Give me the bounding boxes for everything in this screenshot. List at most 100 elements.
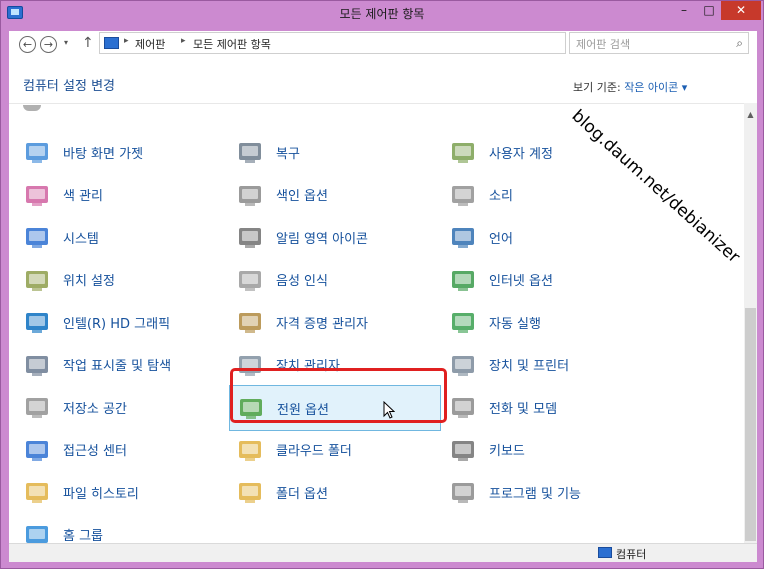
control-panel-item[interactable]: 바탕 화면 가젯 <box>23 134 223 170</box>
control-panel-item[interactable]: 홈 그룹 <box>23 517 223 545</box>
control-panel-icon <box>104 37 119 49</box>
control-panel-item-label: 음성 인식 <box>276 274 328 289</box>
up-button[interactable]: ↑ <box>82 35 94 51</box>
control-panel-item[interactable]: 인터넷 옵션 <box>449 262 649 298</box>
folder-options-icon <box>236 478 264 506</box>
control-panel-item[interactable]: 자동 실행 <box>449 304 649 340</box>
computer-icon <box>598 547 612 558</box>
control-panel-item-label: 키보드 <box>489 444 525 459</box>
work-folders-icon <box>236 436 264 464</box>
forward-button[interactable]: → <box>40 36 57 53</box>
status-text: 컴퓨터 <box>616 548 647 561</box>
status-bar: 컴퓨터 <box>9 543 757 562</box>
breadcrumb-separator-icon[interactable]: ▸ <box>124 36 129 46</box>
autoplay-icon <box>449 308 477 336</box>
control-panel-item[interactable]: 작업 표시줄 및 탐색 <box>23 347 223 383</box>
control-panel-item[interactable]: 색 관리 <box>23 177 223 213</box>
control-panel-item-label: 홈 그룹 <box>63 529 104 544</box>
recovery-icon <box>236 138 264 166</box>
control-panel-item[interactable]: 시스템 <box>23 219 223 255</box>
control-panel-item[interactable]: 소리 <box>449 177 649 213</box>
control-panel-item-label: 사용자 계정 <box>489 146 553 162</box>
language-icon <box>449 223 477 251</box>
control-panel-item[interactable]: 전화 및 모뎀 <box>449 389 649 425</box>
control-panel-item[interactable]: 파일 히스토리 <box>23 474 223 510</box>
control-panel-item[interactable]: 접근성 센터 <box>23 432 223 468</box>
mouse-cursor-icon <box>383 401 395 419</box>
search-input[interactable]: 제어판 검색 ⌕ <box>569 32 749 54</box>
file-history-icon <box>23 478 51 506</box>
control-panel-item[interactable]: 자격 증명 관리자 <box>236 304 436 340</box>
speech-recognition-icon <box>236 266 264 294</box>
sound-icon <box>449 181 477 209</box>
control-panel-item[interactable]: 음성 인식 <box>236 262 436 298</box>
breadcrumb-control-panel[interactable]: 제어판 <box>135 36 165 52</box>
control-panel-item-label: 자동 실행 <box>489 316 541 332</box>
control-panel-item-label: 장치 및 프린터 <box>489 359 570 374</box>
control-panel-item[interactable]: 알림 영역 아이콘 <box>236 219 436 255</box>
control-panel-item-label: 소리 <box>489 189 513 204</box>
control-panel-item[interactable]: 키보드 <box>449 432 649 468</box>
control-panel-item[interactable]: 언어 <box>449 219 649 255</box>
back-button[interactable]: ← <box>19 36 36 53</box>
control-panel-item-label: 폴더 옵션 <box>276 486 328 502</box>
divider <box>9 103 745 104</box>
control-panel-item-label: 저장소 공간 <box>63 401 127 417</box>
view-by[interactable]: 보기 기준: 작은 아이콘 ▾ <box>573 79 687 95</box>
control-panel-item-label: 작업 표시줄 및 탐색 <box>63 359 172 374</box>
indexing-options-icon <box>236 181 264 209</box>
control-panel-item[interactable]: 인텔(R) HD 그래픽 <box>23 304 223 340</box>
control-panel-item-label: 언어 <box>489 231 513 247</box>
internet-options-icon <box>449 266 477 294</box>
breadcrumb-separator-icon[interactable]: ▸ <box>181 36 186 46</box>
highlight-annotation <box>230 368 447 423</box>
control-panel-item-label: 색 관리 <box>63 189 104 204</box>
gadgets-icon <box>23 138 51 166</box>
recent-locations-button[interactable]: ▾ <box>64 38 68 47</box>
control-panel-item-label: 시스템 <box>63 231 99 247</box>
phone-modem-icon <box>449 393 477 421</box>
control-panel-item-label: 바탕 화면 가젯 <box>63 146 144 162</box>
control-panel-item-label: 알림 영역 아이콘 <box>276 231 368 247</box>
control-panel-item[interactable]: 색인 옵션 <box>236 177 436 213</box>
view-by-dropdown[interactable]: 작은 아이콘 ▾ <box>624 81 687 94</box>
control-panel-item-label: 인터넷 옵션 <box>489 274 553 289</box>
control-panel-item-label: 자격 증명 관리자 <box>276 316 368 332</box>
control-panel-item[interactable]: 저장소 공간 <box>23 389 223 425</box>
notification-area-icon <box>236 223 264 251</box>
control-panel-item[interactable]: 폴더 옵션 <box>236 474 436 510</box>
control-panel-item-label: 클라우드 폴더 <box>276 444 352 459</box>
control-panel-item-label: 파일 히스토리 <box>63 486 139 502</box>
breadcrumb-all-items[interactable]: 모든 제어판 항목 <box>193 36 271 52</box>
search-placeholder: 제어판 검색 <box>576 38 631 51</box>
search-icon[interactable]: ⌕ <box>736 36 743 51</box>
control-panel-item[interactable]: 장치 및 프린터 <box>449 347 649 383</box>
control-panel-item[interactable]: 위치 설정 <box>23 262 223 298</box>
keyboard-icon <box>449 436 477 464</box>
view-by-label: 보기 기준: <box>573 81 621 94</box>
control-panel-item[interactable]: 프로그램 및 기능 <box>449 474 649 510</box>
storage-spaces-icon <box>23 393 51 421</box>
homegroup-icon <box>23 521 51 545</box>
navigation-bar: ← → ▾ ↑ ▸ 제어판 ▸ 모든 제어판 항목 ⌄ ↻ 제어판 검색 ⌕ <box>9 31 757 67</box>
close-button[interactable]: ✕ <box>721 1 761 20</box>
scrolled-item-peek <box>23 105 41 111</box>
window-title: 모든 제어판 항목 <box>339 7 425 21</box>
scroll-up-arrow-icon[interactable]: ▲ <box>744 110 757 119</box>
scroll-thumb[interactable] <box>745 308 756 541</box>
user-accounts-icon <box>449 138 477 166</box>
control-panel-item[interactable]: 클라우드 폴더 <box>236 432 436 468</box>
address-bar[interactable]: ▸ 제어판 ▸ 모든 제어판 항목 ⌄ ↻ <box>99 32 646 54</box>
minimize-button[interactable]: – <box>671 1 697 20</box>
taskbar-navigation-icon <box>23 351 51 379</box>
control-panel-item-label: 인텔(R) HD 그래픽 <box>63 316 171 332</box>
vertical-scrollbar[interactable]: ▲ <box>744 103 757 543</box>
control-panel-item-label: 전화 및 모뎀 <box>489 401 558 417</box>
client-area: ← → ▾ ↑ ▸ 제어판 ▸ 모든 제어판 항목 ⌄ ↻ 제어판 검색 ⌕ 컴… <box>9 31 757 562</box>
control-panel-item[interactable]: 복구 <box>236 134 436 170</box>
title-bar[interactable]: 모든 제어판 항목 – □ ✕ <box>1 1 763 25</box>
control-panel-item-label: 프로그램 및 기능 <box>489 486 581 502</box>
maximize-button[interactable]: □ <box>697 1 721 20</box>
control-panel-item-label: 접근성 센터 <box>63 444 127 459</box>
color-management-icon <box>23 181 51 209</box>
